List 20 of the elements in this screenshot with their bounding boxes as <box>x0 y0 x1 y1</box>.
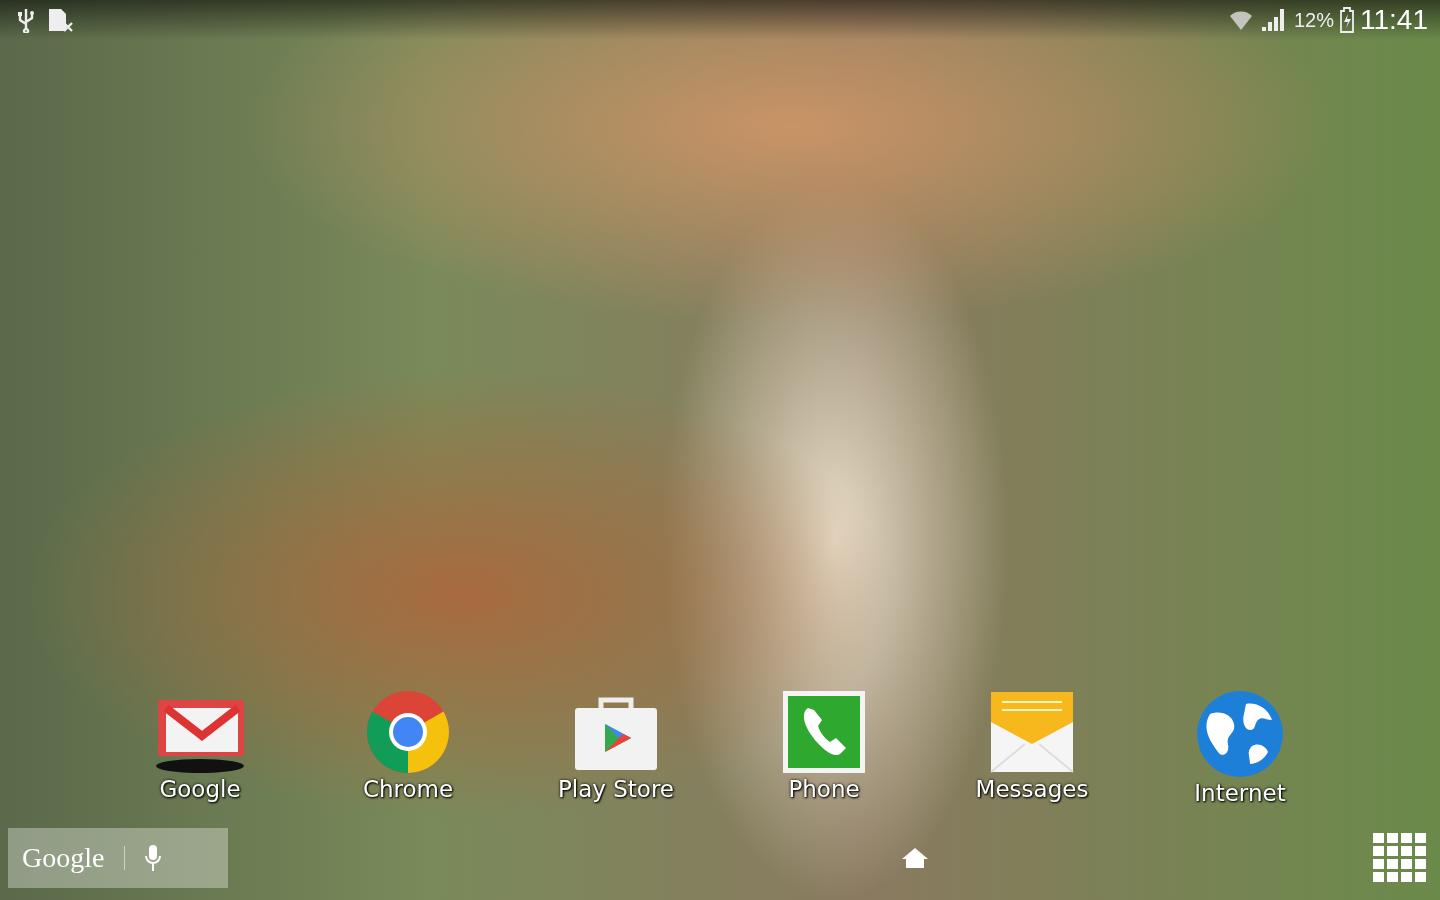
app-shortcut[interactable]: Google <box>154 690 246 806</box>
usb-icon <box>16 7 36 33</box>
battery-percentage: 12% <box>1293 8 1334 32</box>
clock-time: 11:41 <box>1360 4 1428 36</box>
microphone-icon[interactable] <box>145 844 162 872</box>
search-bar-logo: Google <box>22 842 105 874</box>
app-shortcut[interactable]: Messages <box>975 690 1089 806</box>
app-shortcut[interactable]: Phone <box>782 690 866 806</box>
app-shortcut[interactable]: Play Store <box>557 690 675 806</box>
app-grid-icon[interactable] <box>1372 832 1428 884</box>
phone-handset-icon <box>782 690 866 774</box>
battery-charging-icon <box>1340 7 1354 33</box>
globe-icon <box>1196 690 1284 778</box>
home-icon <box>901 847 929 869</box>
sd-card-icon <box>46 7 74 33</box>
app-shortcut[interactable]: Internet <box>1194 690 1286 806</box>
envelope-icon <box>990 690 1074 774</box>
chrome-icon <box>366 690 450 774</box>
search-bar[interactable]: Google <box>8 828 228 888</box>
app-shortcut[interactable]: Chrome <box>362 690 454 806</box>
